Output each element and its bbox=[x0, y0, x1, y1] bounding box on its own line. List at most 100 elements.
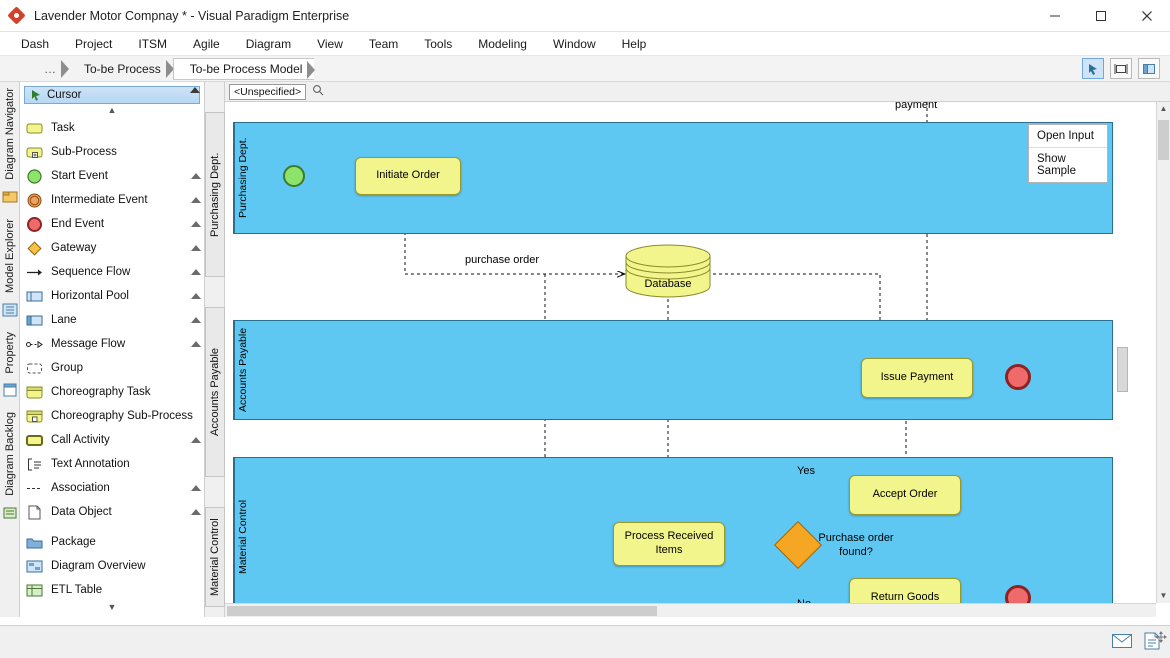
breadcrumb-item-root[interactable]: … bbox=[36, 58, 69, 80]
task-process-received-items[interactable]: Process Received Items bbox=[613, 522, 725, 566]
menu-item-itsm[interactable]: ITSM bbox=[125, 34, 180, 54]
lane-icon bbox=[26, 312, 43, 329]
shape-palette: Cursor ▲ Task Sub-Process Start Event In… bbox=[20, 82, 205, 617]
palette-label: Sequence Flow bbox=[51, 266, 131, 278]
canvas-vertical-scrollbar[interactable]: ▲ ▼ bbox=[1156, 102, 1170, 603]
sidebar-tab-diagram-navigator[interactable]: Diagram Navigator bbox=[2, 82, 18, 186]
palette-item-text-annotation[interactable]: Text Annotation bbox=[20, 452, 204, 476]
label-purchase-order: purchase order bbox=[465, 254, 539, 266]
explorer-icon bbox=[2, 302, 18, 318]
window-resize-grip[interactable] bbox=[1154, 630, 1168, 644]
unspecified-selector[interactable]: <Unspecified> bbox=[229, 83, 307, 100]
palette-item-etl-table[interactable]: ETL Table bbox=[20, 578, 204, 602]
pointer-icon[interactable] bbox=[1082, 58, 1104, 79]
end-event-payment[interactable] bbox=[1005, 364, 1031, 390]
sequence-flow-icon bbox=[26, 264, 43, 281]
breadcrumb: … To-be Process To-be Process Model bbox=[0, 56, 1170, 82]
data-store-database[interactable]: Database bbox=[623, 244, 713, 303]
sidebar-tab-property[interactable]: Property bbox=[2, 326, 18, 380]
palette-label: Choreography Sub-Process bbox=[51, 410, 193, 422]
lane-strip-purchasing-dept[interactable]: Purchasing Dept. bbox=[205, 112, 225, 277]
breadcrumb-item-to-be-process[interactable]: To-be Process bbox=[68, 58, 174, 80]
search-icon[interactable] bbox=[312, 84, 324, 99]
breadcrumb-item-to-be-process-model[interactable]: To-be Process Model bbox=[172, 57, 316, 80]
horizontal-scroll-thumb[interactable] bbox=[227, 606, 657, 616]
palette-item-sequence-flow[interactable]: Sequence Flow bbox=[20, 260, 204, 284]
menu-item-team[interactable]: Team bbox=[356, 34, 411, 54]
menu-item-diagram[interactable]: Diagram bbox=[233, 34, 304, 54]
lane-name-strip: Purchasing Dept. Accounts Payable Materi… bbox=[205, 82, 225, 617]
palette-item-choreography-sub-process[interactable]: Choreography Sub-Process bbox=[20, 404, 204, 428]
menu-item-help[interactable]: Help bbox=[609, 34, 660, 54]
palette-item-package[interactable]: Package bbox=[20, 530, 204, 554]
palette-item-gateway[interactable]: Gateway bbox=[20, 236, 204, 260]
palette-label: End Event bbox=[51, 218, 105, 230]
window-title: Lavender Motor Compnay * - Visual Paradi… bbox=[34, 8, 350, 23]
task-return-goods[interactable]: Return Goods bbox=[849, 578, 961, 603]
popup-item-show-sample[interactable]: Show Sample bbox=[1029, 147, 1107, 182]
sidebar-tab-diagram-backlog[interactable]: Diagram Backlog bbox=[2, 406, 18, 502]
diagram-canvas[interactable]: Purchasing Dept. Accounts Payable Materi… bbox=[225, 102, 1156, 603]
vertical-scroll-thumb[interactable] bbox=[1158, 120, 1169, 160]
palette-label: Package bbox=[51, 536, 96, 548]
sidebar-tab-model-explorer[interactable]: Model Explorer bbox=[2, 213, 18, 299]
lane-strip-material-control[interactable]: Material Control bbox=[205, 507, 225, 607]
task-initiate-order[interactable]: Initiate Order bbox=[355, 157, 461, 195]
app-logo-icon bbox=[7, 5, 26, 25]
popup-item-open-input[interactable]: Open Input bbox=[1029, 125, 1107, 147]
frame-icon[interactable] bbox=[1110, 58, 1132, 79]
scroll-down-arrow[interactable]: ▼ bbox=[1157, 589, 1170, 603]
group-icon bbox=[26, 360, 43, 377]
menu-bar: Dash Project ITSM Agile Diagram View Tea… bbox=[0, 32, 1170, 56]
canvas-resize-grip[interactable] bbox=[1117, 347, 1128, 392]
palette-item-sub-process[interactable]: Sub-Process bbox=[20, 140, 204, 164]
close-button[interactable] bbox=[1124, 0, 1170, 32]
intermediate-event-icon bbox=[26, 192, 43, 209]
palette-label: Call Activity bbox=[51, 434, 110, 446]
maximize-button[interactable] bbox=[1078, 0, 1124, 32]
palette-label: Lane bbox=[51, 314, 77, 326]
palette-item-task[interactable]: Task bbox=[20, 116, 204, 140]
pool-accounts-payable[interactable]: Accounts Payable bbox=[233, 320, 1113, 420]
title-bar: Lavender Motor Compnay * - Visual Paradi… bbox=[0, 0, 1170, 32]
palette-item-group[interactable]: Group bbox=[20, 356, 204, 380]
menu-item-window[interactable]: Window bbox=[540, 34, 609, 54]
palette-scroll-up[interactable]: ▲ bbox=[20, 104, 204, 116]
menu-item-tools[interactable]: Tools bbox=[411, 34, 465, 54]
canvas-header: <Unspecified> bbox=[225, 82, 1170, 102]
palette-item-data-object[interactable]: Data Object bbox=[20, 500, 204, 524]
palette-item-choreography-task[interactable]: Choreography Task bbox=[20, 380, 204, 404]
palette-item-start-event[interactable]: Start Event bbox=[20, 164, 204, 188]
menu-item-modeling[interactable]: Modeling bbox=[465, 34, 540, 54]
main-area: Diagram Navigator Model Explorer Propert… bbox=[0, 82, 1170, 617]
palette-item-end-event[interactable]: End Event bbox=[20, 212, 204, 236]
label-gateway-question: Purchase order found? bbox=[818, 532, 894, 558]
layers-icon[interactable] bbox=[1138, 58, 1160, 79]
start-event[interactable] bbox=[283, 165, 305, 187]
palette-item-association[interactable]: Association bbox=[20, 476, 204, 500]
palette-scroll-down[interactable]: ▼ bbox=[20, 601, 204, 613]
palette-item-message-flow[interactable]: Message Flow bbox=[20, 332, 204, 356]
palette-label: Group bbox=[51, 362, 83, 374]
menu-item-agile[interactable]: Agile bbox=[180, 34, 233, 54]
palette-item-diagram-overview[interactable]: Diagram Overview bbox=[20, 554, 204, 578]
backlog-icon bbox=[2, 505, 18, 521]
menu-item-project[interactable]: Project bbox=[62, 34, 125, 54]
minimize-button[interactable] bbox=[1032, 0, 1078, 32]
palette-item-lane[interactable]: Lane bbox=[20, 308, 204, 332]
canvas-horizontal-scrollbar[interactable] bbox=[225, 603, 1156, 617]
task-issue-payment[interactable]: Issue Payment bbox=[861, 358, 973, 398]
menu-item-dash[interactable]: Dash bbox=[8, 34, 62, 54]
scroll-up-arrow[interactable]: ▲ bbox=[1157, 102, 1170, 116]
palette-item-intermediate-event[interactable]: Intermediate Event bbox=[20, 188, 204, 212]
palette-item-horizontal-pool[interactable]: Horizontal Pool bbox=[20, 284, 204, 308]
palette-item-call-activity[interactable]: Call Activity bbox=[20, 428, 204, 452]
end-event-icon bbox=[26, 216, 43, 233]
task-accept-order[interactable]: Accept Order bbox=[849, 475, 961, 515]
choreography-subprocess-icon bbox=[26, 408, 43, 425]
menu-item-view[interactable]: View bbox=[304, 34, 356, 54]
mail-icon[interactable] bbox=[1112, 633, 1132, 651]
palette-cursor-item[interactable]: Cursor bbox=[24, 86, 200, 104]
lane-strip-accounts-payable[interactable]: Accounts Payable bbox=[205, 307, 225, 477]
context-popup[interactable]: Open Input Show Sample bbox=[1028, 124, 1108, 183]
